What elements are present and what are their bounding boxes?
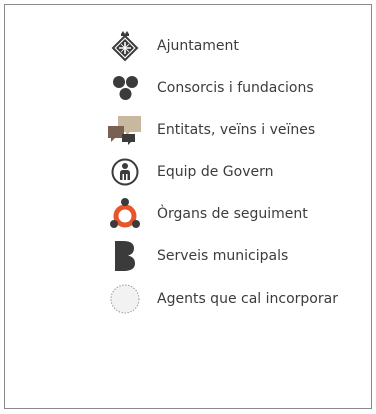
legend-item-ajuntament: Ajuntament [105,28,239,64]
legend-item-equip-govern: Equip de Govern [105,154,273,190]
legend-label: Entitats, veïns i veïnes [157,122,316,138]
legend-label: Ajuntament [157,38,239,54]
legend-label: Serveis municipals [157,248,289,264]
legend-item-consorcis: Consorcis i fundacions [105,70,314,106]
city-hall-crest-icon [105,28,145,64]
speech-bubbles-icon [105,112,145,148]
legend: Ajuntament Consorcis i fundacions Entita… [5,5,371,408]
legend-label: Òrgans de seguiment [157,206,308,222]
legend-item-organs: Òrgans de seguiment [105,196,308,232]
legend-item-serveis: Serveis municipals [105,238,288,274]
dashed-circle-icon [105,281,145,317]
legend-item-agents: Agents que cal incorporar [105,281,338,317]
legend-label: Consorcis i fundacions [157,80,314,96]
legend-item-entitats: Entitats, veïns i veïnes [105,112,315,148]
connected-nodes-icon [105,196,145,232]
legend-frame: Ajuntament Consorcis i fundacions Entita… [4,4,372,409]
three-dots-cluster-icon [105,70,145,106]
person-in-circle-icon [105,154,145,190]
legend-label: Agents que cal incorporar [157,291,338,307]
letter-b-icon [105,238,145,274]
legend-label: Equip de Govern [157,164,274,180]
